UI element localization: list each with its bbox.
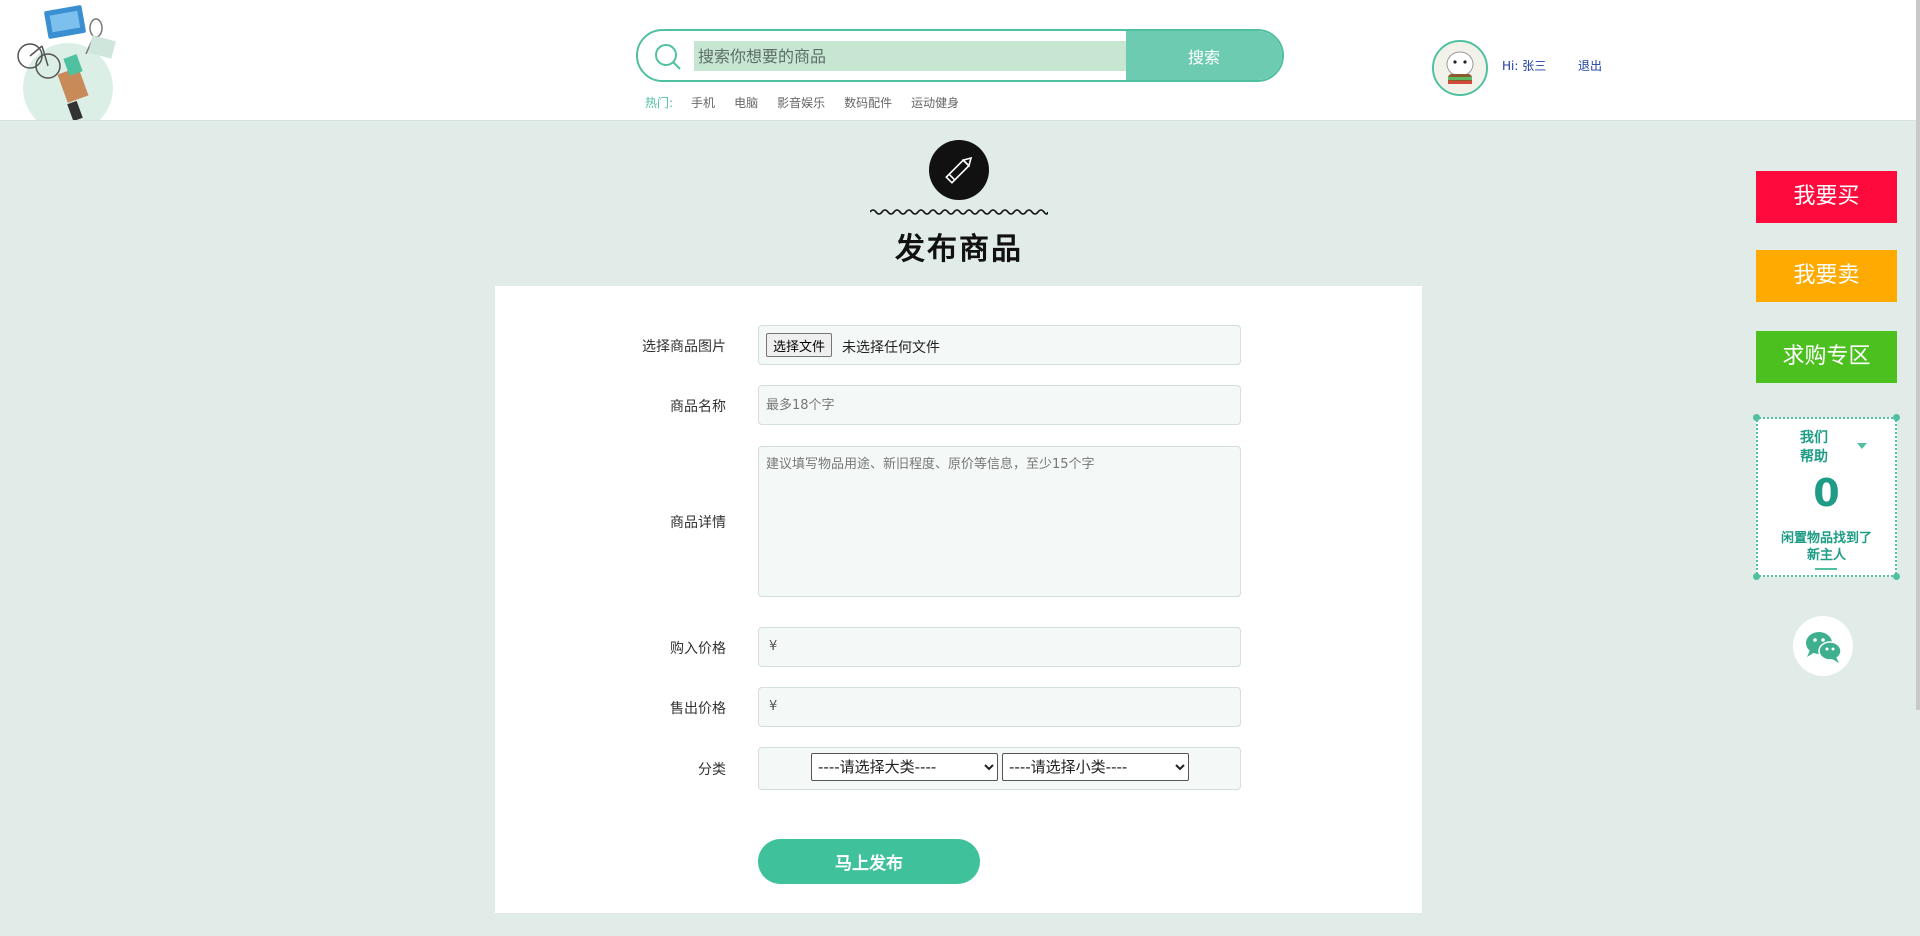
search-bar: 搜索 [636, 29, 1284, 82]
header: 搜索 热门: 手机 电脑 影音娱乐 数码配件 运动健身 Hi: 张三 退出 [0, 0, 1920, 133]
help-title-line: 帮助 [1800, 449, 1828, 465]
major-category-select[interactable]: ----请选择大类---- [811, 753, 998, 781]
currency-symbol: ¥ [769, 639, 778, 654]
help-caption-line: 闲置物品找到了 [1780, 531, 1872, 546]
corner-dot [1893, 573, 1900, 580]
title-divider [870, 209, 1048, 215]
help-title-line: 我们 [1800, 430, 1828, 446]
image-label: 选择商品图片 [642, 339, 726, 355]
page-title: 发布商品 [895, 232, 1023, 267]
request-zone-button[interactable]: 求购专区 [1756, 331, 1897, 383]
help-title: 我们 帮助 [1758, 429, 1870, 467]
sell-price-field: ¥ [758, 687, 1241, 727]
hot-keywords: 热门: 手机 电脑 影音娱乐 数码配件 运动健身 [645, 94, 978, 111]
corner-dot [1753, 414, 1760, 421]
hot-item-sports[interactable]: 运动健身 [911, 94, 959, 111]
help-caption: 闲置物品找到了 新主人 [1758, 530, 1895, 564]
hot-item-phone[interactable]: 手机 [691, 94, 715, 111]
search-icon [655, 44, 681, 70]
buy-price-field: ¥ [758, 627, 1241, 667]
buy-button[interactable]: 我要买 [1756, 171, 1897, 223]
site-logo[interactable] [8, 2, 120, 133]
file-status: 未选择任何文件 [842, 340, 940, 356]
publish-form: 选择商品图片 选择文件 未选择任何文件 商品名称 商品详情 购入价格 ¥ 售出价… [495, 286, 1422, 913]
sell-price-label: 售出价格 [670, 701, 726, 717]
category-label: 分类 [698, 762, 726, 778]
detail-field [758, 446, 1241, 597]
buy-price-input[interactable] [759, 628, 1240, 666]
corner-dot [1893, 414, 1900, 421]
corner-dot [1753, 573, 1760, 580]
scrollbar[interactable] [1916, 0, 1920, 710]
hot-item-computer[interactable]: 电脑 [734, 94, 758, 111]
minor-category-select[interactable]: ----请选择小类---- [1002, 753, 1189, 781]
name-label: 商品名称 [670, 399, 726, 415]
help-counter-panel: 我们 帮助 0 闲置物品找到了 新主人 [1753, 414, 1900, 580]
avatar[interactable] [1432, 40, 1488, 96]
help-caption-line: 新主人 [1806, 548, 1846, 563]
sell-button[interactable]: 我要卖 [1756, 250, 1897, 302]
name-input[interactable] [759, 386, 1240, 424]
user-greeting: Hi: 张三 [1502, 59, 1547, 73]
name-field [758, 385, 1241, 425]
detail-textarea[interactable] [759, 447, 1240, 596]
hot-item-entertainment[interactable]: 影音娱乐 [777, 94, 825, 111]
publish-button[interactable]: 马上发布 [758, 839, 980, 884]
dropdown-arrow-icon[interactable] [1857, 443, 1867, 449]
help-underline [1815, 568, 1837, 570]
logout-link[interactable]: 退出 [1578, 57, 1602, 74]
choose-file-button[interactable]: 选择文件 [766, 333, 833, 357]
category-field: ----请选择大类---- ----请选择小类---- [758, 747, 1241, 790]
wechat-icon[interactable] [1793, 616, 1853, 676]
sell-price-input[interactable] [759, 688, 1240, 726]
currency-symbol: ¥ [769, 699, 778, 714]
help-count: 0 [1813, 471, 1840, 515]
hot-label: 热门: [645, 96, 674, 110]
search-button[interactable]: 搜索 [1126, 31, 1282, 80]
pencil-icon [929, 140, 989, 200]
image-field: 选择文件 未选择任何文件 [758, 325, 1241, 365]
buy-price-label: 购入价格 [670, 641, 726, 657]
detail-label: 商品详情 [670, 515, 726, 531]
hot-item-accessories[interactable]: 数码配件 [844, 94, 892, 111]
